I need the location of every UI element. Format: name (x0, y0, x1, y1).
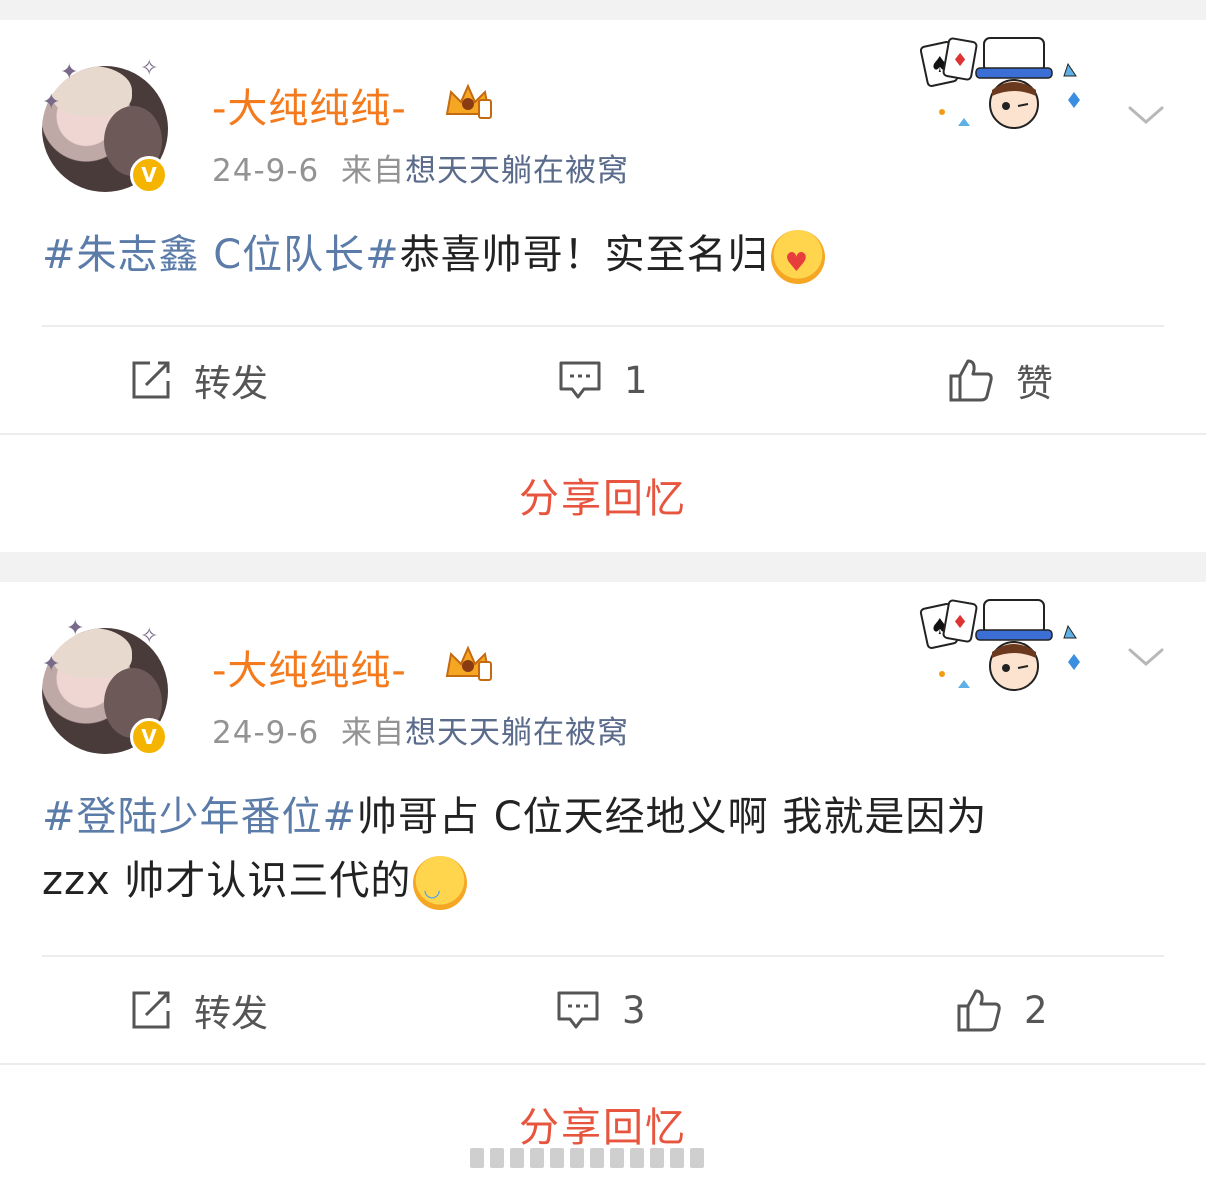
post-meta: 24-9-6 来自想天天躺在被窝 (212, 145, 629, 190)
repost-button[interactable]: 转发 (130, 327, 268, 433)
watermark (470, 1148, 720, 1172)
sparkle-icon: ✦ (60, 60, 79, 85)
post-text: zzx 帅才认识三代的 (42, 858, 412, 904)
like-button[interactable]: 赞 (948, 327, 1053, 433)
sparkle-icon: ✦ (66, 616, 85, 641)
crown-badge-icon (445, 645, 492, 681)
svg-text:♦: ♦ (952, 50, 968, 71)
post-meta: 24-9-6 来自想天天躺在被窝 (212, 707, 629, 752)
repost-label: 转发 (194, 362, 268, 405)
post-card: ✦ ✧ ✦ V -大纯纯纯- 24-9-6 来自想天天躺在被窝 ♠ ♦ (0, 20, 1206, 552)
sparkle-icon: ✦ (42, 90, 61, 115)
post-content: #登陆少年番位#帅哥占 C位天经地义啊 我就是因为 zzx 帅才认识三代的 ◡ (0, 757, 1206, 955)
hugging-heart-emoji-icon: ♥ (770, 230, 825, 284)
like-button[interactable]: 2 (956, 957, 1048, 1063)
sparkle-icon: ✦ (42, 652, 61, 677)
post-text-line: zzx 帅才认识三代的 ◡ (42, 849, 1164, 913)
crown-badge-icon (445, 83, 492, 119)
post-date: 24-9-6 (212, 715, 320, 751)
post-card: ✦ ✧ ✦ V -大纯纯纯- 24-9-6 来自想天天躺在被窝 ♠ ♦ (0, 582, 1206, 1187)
post-text: 帅哥占 C位天经地义啊 我就是因为 (357, 794, 988, 840)
chevron-down-icon[interactable] (1126, 102, 1166, 128)
verified-badge-icon: V (130, 156, 168, 194)
sparkle-icon: ✧ (140, 56, 159, 81)
username[interactable]: -大纯纯纯- (212, 76, 407, 134)
source-prefix: 来自 (340, 715, 405, 751)
source-prefix: 来自 (340, 153, 405, 189)
username[interactable]: -大纯纯纯- (212, 638, 407, 696)
post-header: ✦ ✧ ✦ V -大纯纯纯- 24-9-6 来自想天天躺在被窝 ♠ ♦ (0, 582, 1206, 757)
like-icon (957, 989, 1001, 1032)
section-gap (0, 552, 1206, 582)
comment-icon (559, 361, 601, 399)
comment-icon (557, 991, 599, 1029)
topic-link[interactable]: #登陆少年番位# (42, 794, 357, 840)
post-content: #朱志鑫 C位队长#恭喜帅哥！实至名归 ♥ (0, 195, 1206, 325)
verified-badge-icon: V (130, 718, 168, 756)
repost-button[interactable]: 转发 (130, 957, 268, 1063)
repost-icon (132, 361, 170, 399)
svg-text:♦: ♦ (952, 612, 968, 633)
chevron-down-icon[interactable] (1126, 644, 1166, 670)
like-count: 2 (1024, 988, 1048, 1032)
comment-button[interactable]: 1 (558, 327, 648, 433)
comment-count: 1 (624, 358, 648, 402)
top-gap (0, 0, 1206, 20)
post-header: ✦ ✧ ✦ V -大纯纯纯- 24-9-6 来自想天天躺在被窝 ♠ ♦ (0, 20, 1206, 195)
repost-icon (132, 991, 170, 1029)
card-decoration-icon: ♠ ♦ (919, 599, 1080, 691)
repost-label: 转发 (194, 992, 268, 1035)
action-bar: 转发 1 赞 (0, 327, 1206, 433)
post-text: 恭喜帅哥！实至名归 (399, 232, 769, 278)
post-source[interactable]: 想天天躺在被窝 (405, 715, 629, 751)
laughing-tears-emoji-icon: ◡ (413, 856, 468, 910)
sparkle-icon: ✧ (140, 624, 159, 649)
comment-button[interactable]: 3 (556, 957, 646, 1063)
post-date: 24-9-6 (212, 153, 320, 189)
like-label: 赞 (1016, 362, 1053, 405)
like-icon (949, 359, 993, 402)
comment-count: 3 (622, 988, 646, 1032)
action-bar: 转发 3 2 (0, 957, 1206, 1063)
post-text-line: #登陆少年番位#帅哥占 C位天经地义啊 我就是因为 (42, 785, 1164, 849)
share-memory-button[interactable]: 分享回忆 (0, 435, 1206, 555)
card-decoration-icon: ♠ ♦ (919, 37, 1080, 129)
post-source[interactable]: 想天天躺在被窝 (405, 153, 629, 189)
topic-link[interactable]: #朱志鑫 C位队长# (42, 232, 400, 278)
